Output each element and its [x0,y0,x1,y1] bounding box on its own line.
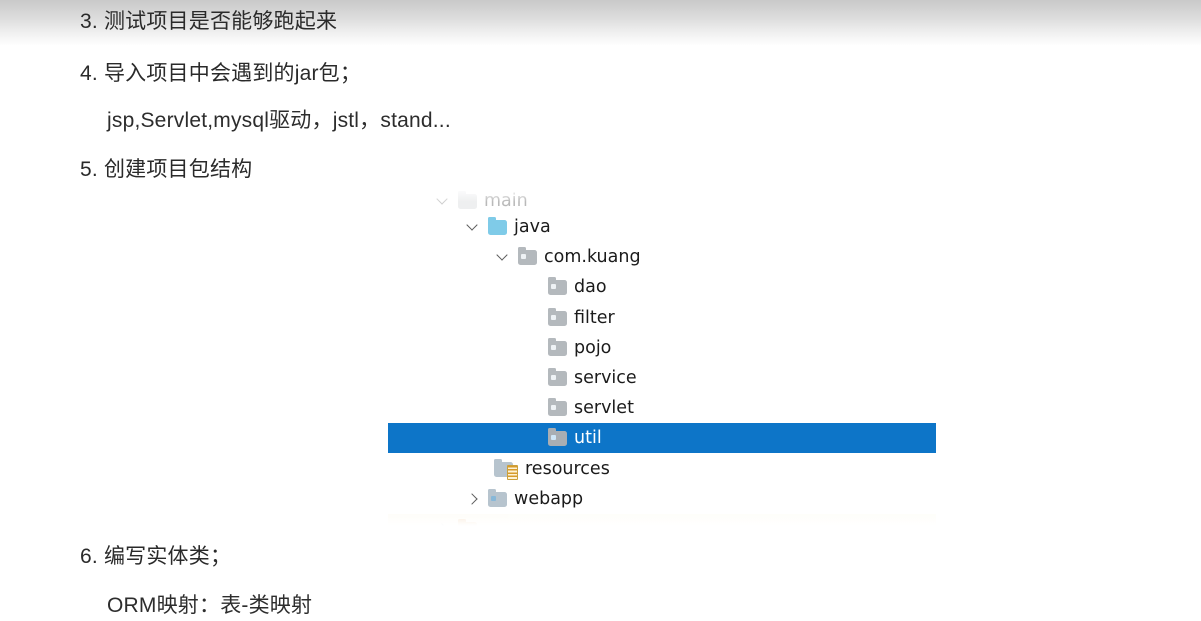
folder-package-icon [548,397,567,416]
outline-item-5: 5. 创建项目包结构 [80,158,253,181]
outline-item-4: 4. 导入项目中会遇到的jar包； [80,62,362,85]
tree-row-label: servlet [574,398,634,418]
tree-row-label: util [574,428,602,448]
folder-webapp-icon [488,488,507,507]
tree-row-label: webapp [514,489,584,509]
folder-package-icon [548,307,567,326]
tree-row-label: pojo [574,338,612,358]
tree-row-label: java [514,217,551,237]
tree-row-label: com.kuang [544,247,641,267]
outline-item-4-detail: jsp,Servlet,mysql驱动，jstl，stand... [107,109,451,132]
folder-gray-icon [458,190,477,209]
folder-package-icon [548,367,567,386]
chevron-down-icon[interactable] [434,192,452,210]
tree-row-label: filter [574,308,615,328]
tree-row-util[interactable]: util [388,423,936,453]
chevron-right-icon[interactable] [464,490,482,508]
folder-java-icon [488,216,507,235]
tree-row-java[interactable]: java [388,212,936,242]
chevron-right-icon[interactable] [434,520,452,527]
tree-row-pojo[interactable]: pojo [388,333,936,363]
tree-row-com-kuang[interactable]: com.kuang [388,242,936,272]
outline-item-6: 6. 编写实体类； [80,545,232,568]
folder-orange-icon [458,518,477,527]
document-page: 3. 测试项目是否能够跑起来 4. 导入项目中会遇到的jar包； jsp,Ser… [0,0,1201,621]
project-tree-figure: main java com.kuang dao filter pojo serv… [388,186,936,527]
tree-row-resources[interactable]: resources [388,454,936,484]
chevron-down-icon[interactable] [464,218,482,236]
chevron-down-icon[interactable] [494,248,512,266]
folder-resources-icon [494,458,518,480]
tree-row-filter[interactable]: filter [388,303,936,333]
outline-item-6-detail: ORM映射：表-类映射 [107,594,313,617]
tree-row-label: dao [574,277,607,297]
tree-row-clipped[interactable] [388,514,936,527]
tree-row-label: service [574,368,637,388]
tree-row-webapp[interactable]: webapp [388,484,936,514]
folder-package-icon [518,246,537,265]
tree-row-dao[interactable]: dao [388,272,936,302]
tree-row-service[interactable]: service [388,363,936,393]
tree-row-servlet[interactable]: servlet [388,393,936,423]
folder-package-icon [548,276,567,295]
folder-package-icon [548,427,567,446]
outline-item-3: 3. 测试项目是否能够跑起来 [80,10,338,33]
folder-package-icon [548,337,567,356]
tree-row-label: resources [525,459,610,479]
